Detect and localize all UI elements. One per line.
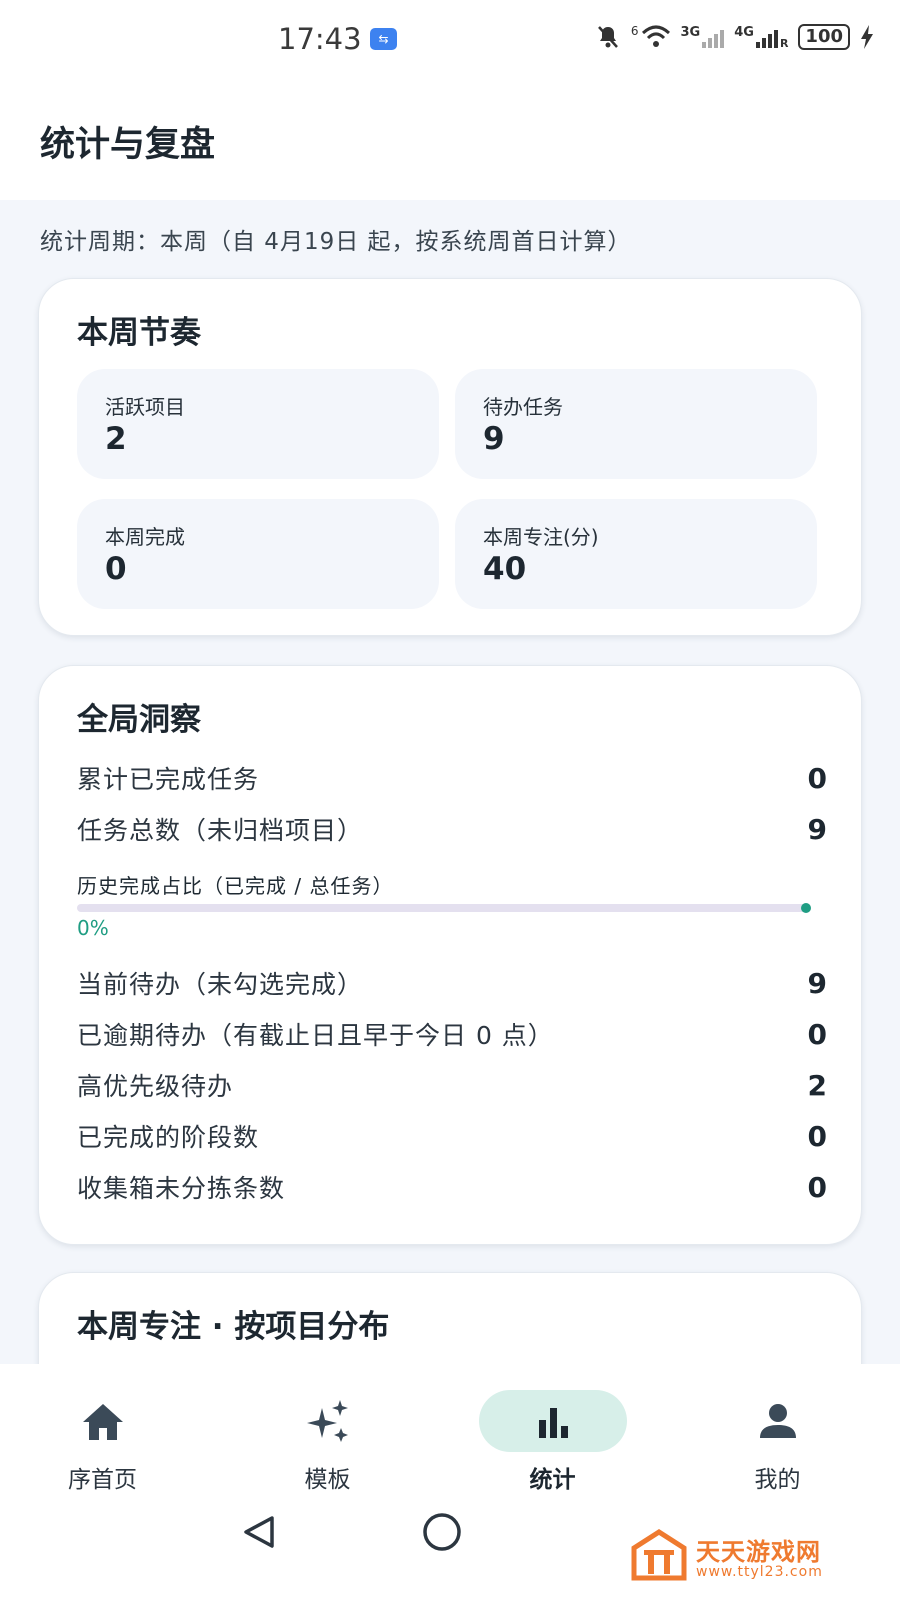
stat-tile-pending-tasks: 待办任务 9 [455,369,817,479]
row-value: 0 [807,1170,827,1204]
progress-label: 历史完成占比（已完成 / 总任务） [77,874,394,898]
watermark-logo-icon [631,1529,687,1581]
network-3g-label: 3G [680,24,701,40]
charging-icon [861,25,873,49]
nav-label: 统计 [529,1467,576,1493]
progress-percent: 0% [77,916,109,940]
row-label: 当前待办（未勾选完成） [77,970,364,999]
nav-templates[interactable]: 模板 [215,1364,440,1500]
nav-home[interactable]: 序首页 [0,1364,215,1500]
focus-distribution-title: 本周专注 · 按项目分布 [77,1309,390,1345]
signal-3g-icon [702,26,725,48]
bar-chart-icon [538,1408,568,1438]
stat-value: 40 [483,551,527,587]
insight-row-completed-phases: 已完成的阶段数 0 [77,1116,827,1156]
sparkles-icon [306,1400,348,1442]
home-icon [82,1404,123,1440]
row-value: 9 [807,966,827,1000]
row-label: 已完成的阶段数 [77,1123,260,1152]
person-icon [759,1404,796,1438]
weekly-rhythm-title: 本周节奏 [77,315,201,351]
row-label: 已逾期待办（有截止日且早于今日 0 点） [77,1021,554,1050]
row-label: 收集箱未分拣条数 [77,1174,286,1203]
stat-value: 2 [105,421,127,457]
stat-tile-weekly-completed: 本周完成 0 [77,499,439,609]
battery-level: 100 [805,26,843,47]
completion-progress-bar [77,903,811,913]
progress-end-dot [801,903,811,913]
row-label: 高优先级待办 [77,1072,234,1101]
status-time: 17:43 [278,22,362,56]
nav-label: 序首页 [68,1467,137,1493]
watermark: 天天游戏网 www.ttyl23.com [630,1528,880,1588]
network-4g-label: 4G [734,24,754,40]
status-bar: 17:43 ⇆ 6 3G 4G R 100 [0,0,900,80]
watermark-name: 天天游戏网 [696,1538,821,1566]
nav-label: 模板 [304,1467,351,1493]
row-value: 0 [807,1119,827,1153]
battery-icon: 100 [798,24,850,50]
insight-row-total-completed: 累计已完成任务 0 [77,758,827,798]
stat-label: 本周专注(分) [483,525,599,549]
wifi-icon [641,25,670,47]
stat-value: 0 [105,551,127,587]
insight-row-overdue: 已逾期待办（有截止日且早于今日 0 点） 0 [77,1014,827,1054]
stat-label: 本周完成 [105,525,185,549]
watermark-url: www.ttyl23.com [696,1564,823,1580]
usb-icon: ⇆ [370,28,397,50]
stat-tile-weekly-focus: 本周专注(分) 40 [455,499,817,609]
nav-profile[interactable]: 我的 [665,1364,890,1500]
signal-4g-icon [755,26,778,48]
stat-tile-active-projects: 活跃项目 2 [77,369,439,479]
row-value: 0 [807,1017,827,1051]
back-icon[interactable] [240,1512,280,1552]
row-value: 2 [807,1068,827,1102]
row-value: 9 [807,812,827,846]
bell-muted-icon [597,26,618,48]
nav-statistics[interactable]: 统计 [440,1364,665,1500]
row-value: 0 [807,761,827,795]
insight-row-inbox-unsorted: 收集箱未分拣条数 0 [77,1167,827,1207]
insight-row-current-pending: 当前待办（未勾选完成） 9 [77,963,827,1003]
insight-row-high-priority: 高优先级待办 2 [77,1065,827,1105]
roaming-label: R [779,36,789,50]
bottom-nav: 序首页 模板 统计 我的 [0,1364,900,1500]
stat-label: 活跃项目 [105,395,185,419]
global-insight-card: 全局洞察 累计已完成任务 0 任务总数（未归档项目） 9 历史完成占比（已完成 … [38,665,862,1245]
period-text: 统计周期：本周（自 4月19日 起，按系统周首日计算） [40,229,632,255]
row-label: 任务总数（未归档项目） [77,816,364,845]
stat-value: 9 [483,421,505,457]
wifi-label: 6 [630,24,639,38]
insight-row-total-tasks: 任务总数（未归档项目） 9 [77,809,827,849]
nav-label: 我的 [754,1467,801,1493]
home-circle-icon[interactable] [420,1510,464,1554]
page-title: 统计与复盘 [40,125,216,165]
row-label: 累计已完成任务 [77,765,260,794]
status-icons: 6 3G 4G R 100 [595,24,874,50]
stat-label: 待办任务 [483,395,563,419]
app-header: 统计与复盘 [0,80,900,200]
weekly-rhythm-card: 本周节奏 活跃项目 2 待办任务 9 本周完成 0 本周专注(分) 40 [38,278,862,636]
global-insight-title: 全局洞察 [77,702,201,738]
